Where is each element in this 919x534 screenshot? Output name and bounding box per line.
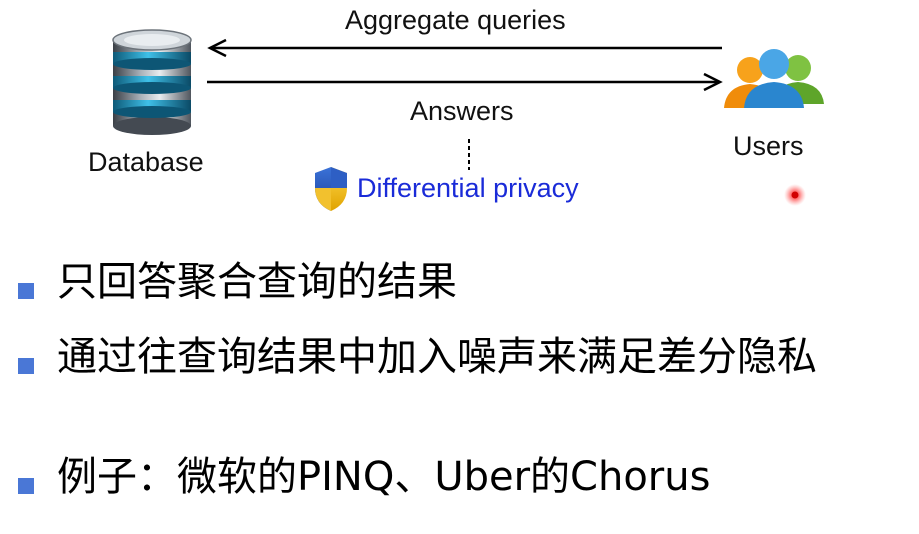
database-label: Database bbox=[88, 147, 204, 177]
query-diagram: Aggregate queries Answers Database Users… bbox=[0, 0, 919, 230]
users-icon bbox=[724, 49, 824, 108]
users-label: Users bbox=[733, 131, 804, 161]
laser-pointer-dot bbox=[784, 184, 806, 206]
bullet-marker bbox=[18, 358, 34, 374]
answer-arrow bbox=[207, 72, 723, 92]
answers-label: Answers bbox=[410, 96, 514, 126]
differential-privacy-label: Differential privacy bbox=[357, 173, 579, 203]
bullet-marker bbox=[18, 478, 34, 494]
aggregate-queries-label: Aggregate queries bbox=[345, 5, 566, 35]
bullet-text: 例子：微软的PINQ、Uber的Chorus bbox=[57, 454, 711, 500]
bullet-text: 只回答聚合查询的结果 bbox=[57, 259, 457, 305]
bullet-marker bbox=[18, 283, 34, 299]
bullet-text: 通过往查询结果中加入噪声来满足差分隐私 bbox=[57, 334, 817, 380]
shield-icon bbox=[315, 167, 347, 211]
query-arrow bbox=[207, 38, 722, 58]
database-icon bbox=[112, 29, 192, 135]
